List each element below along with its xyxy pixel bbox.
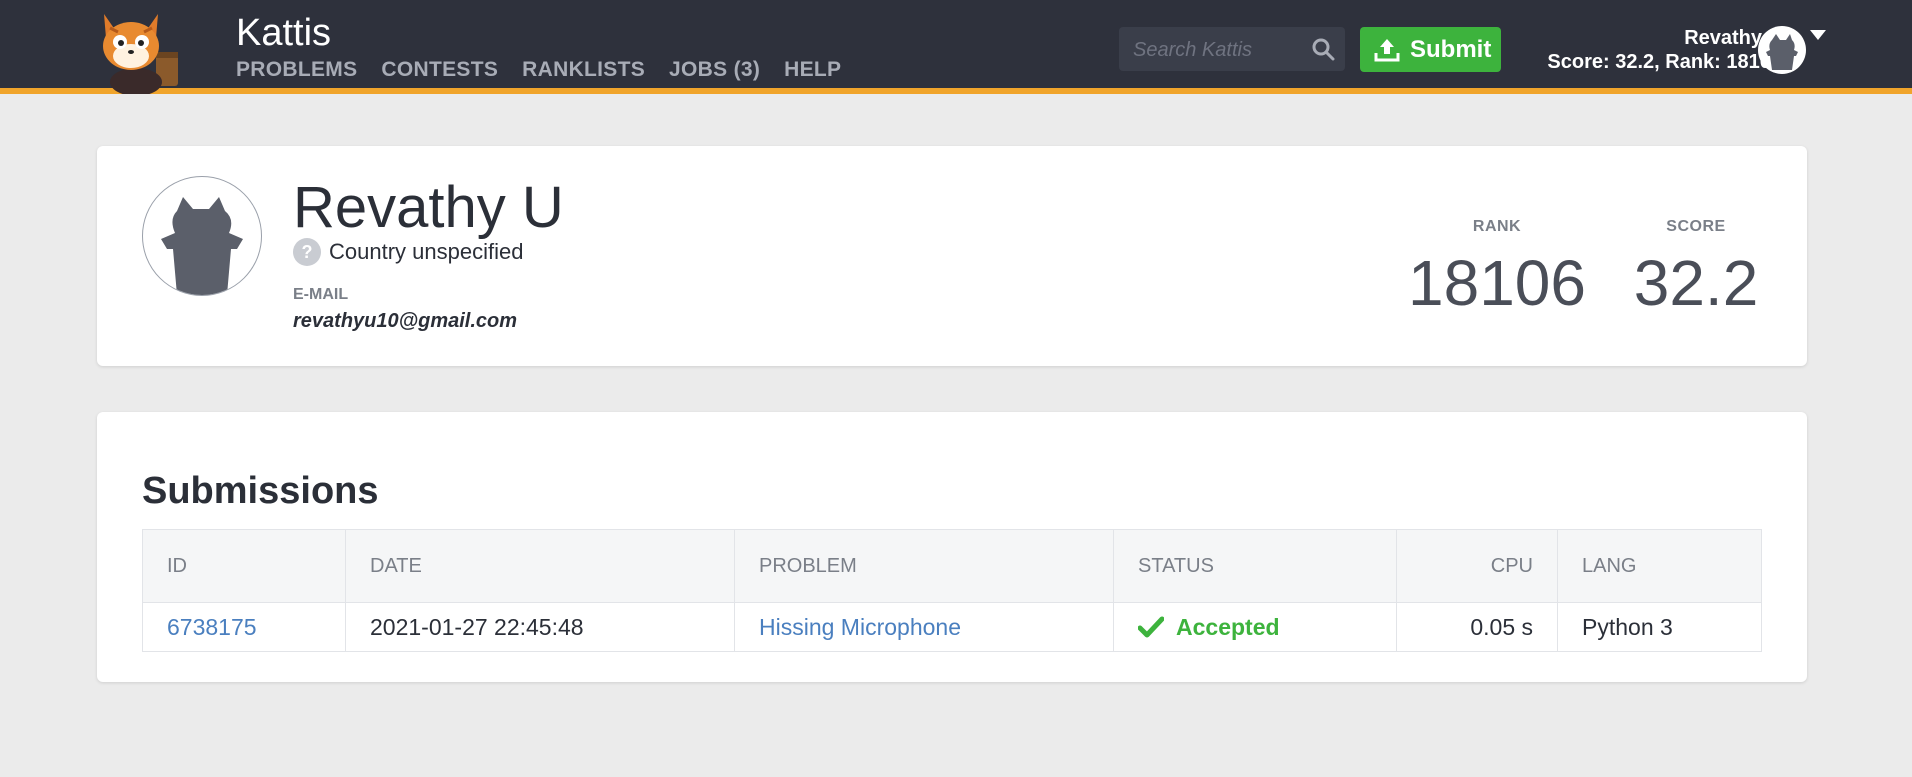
submission-cpu: 0.05 s [1396, 602, 1558, 652]
top-navbar: Kattis PROBLEMS CONTESTS RANKLISTS JOBS … [0, 0, 1912, 94]
col-date: DATE [345, 529, 735, 603]
status-accepted: Accepted [1138, 614, 1372, 641]
upload-icon [1374, 38, 1400, 61]
country-row: ? Country unspecified [293, 238, 523, 266]
submission-lang: Python 3 [1557, 602, 1762, 652]
score-value: 32.2 [1633, 247, 1759, 319]
submission-date: 2021-01-27 22:45:48 [345, 602, 735, 652]
nav-help[interactable]: HELP [784, 58, 841, 82]
user-summary: Score: 32.2, Rank: 18106 [1547, 51, 1782, 73]
cat-silhouette-icon [1766, 34, 1798, 70]
submissions-table: ID DATE PROBLEM STATUS CPU LANG 6738175 … [142, 529, 1762, 652]
col-status: STATUS [1113, 529, 1397, 603]
search-input[interactable] [1131, 27, 1305, 73]
nav-contests[interactable]: CONTESTS [381, 58, 498, 82]
cat-silhouette-icon [161, 197, 243, 295]
score-label: SCORE [1666, 218, 1726, 235]
submission-status: Accepted [1113, 602, 1397, 652]
email-label: E-MAIL [293, 286, 349, 303]
problem-link[interactable]: Hissing Microphone [734, 602, 1114, 652]
col-cpu: CPU [1396, 529, 1558, 603]
nav-jobs[interactable]: JOBS (3) [669, 58, 760, 82]
profile-card: Revathy U ? Country unspecified E-MAIL r… [97, 146, 1807, 366]
user-menu[interactable]: Revathy U Score: 32.2, Rank: 18106 [1547, 26, 1782, 74]
user-name: Revathy U [1684, 27, 1782, 49]
col-problem: PROBLEM [734, 529, 1114, 603]
col-id: ID [142, 529, 346, 603]
profile-avatar [142, 176, 262, 296]
nav-ranklists[interactable]: RANKLISTS [522, 58, 645, 82]
submit-label: Submit [1410, 35, 1492, 63]
chevron-down-icon[interactable] [1810, 30, 1826, 40]
col-lang: LANG [1557, 529, 1762, 603]
table-row: 6738175 2021-01-27 22:45:48 Hissing Micr… [142, 602, 1762, 652]
nav-problems[interactable]: PROBLEMS [236, 58, 357, 82]
user-avatar[interactable] [1758, 26, 1806, 74]
score-stat: SCORE 32.2 [1631, 218, 1761, 320]
search-icon[interactable] [1311, 37, 1335, 61]
submit-button[interactable]: Submit [1360, 27, 1501, 72]
status-text: Accepted [1176, 613, 1280, 640]
country-label: Country unspecified [329, 239, 524, 264]
email-value: revathyu10@gmail.com [293, 310, 518, 332]
profile-name: Revathy U [293, 175, 564, 240]
rank-label: RANK [1472, 218, 1522, 235]
table-header-row: ID DATE PROBLEM STATUS CPU LANG [142, 529, 1762, 603]
rank-stat: RANK 18106 [1407, 218, 1587, 320]
kattis-logo[interactable] [96, 8, 214, 94]
search-box [1119, 27, 1345, 73]
main-nav: PROBLEMS CONTESTS RANKLISTS JOBS (3) HEL… [236, 58, 841, 82]
brand-title[interactable]: Kattis [236, 12, 331, 55]
submissions-card: Submissions ID DATE PROBLEM STATUS CPU L… [97, 412, 1807, 682]
submissions-title: Submissions [142, 470, 379, 512]
rank-value: 18106 [1408, 247, 1586, 319]
checkmark-icon [1138, 616, 1164, 638]
question-icon: ? [293, 238, 321, 266]
submission-id-link[interactable]: 6738175 [142, 602, 346, 652]
